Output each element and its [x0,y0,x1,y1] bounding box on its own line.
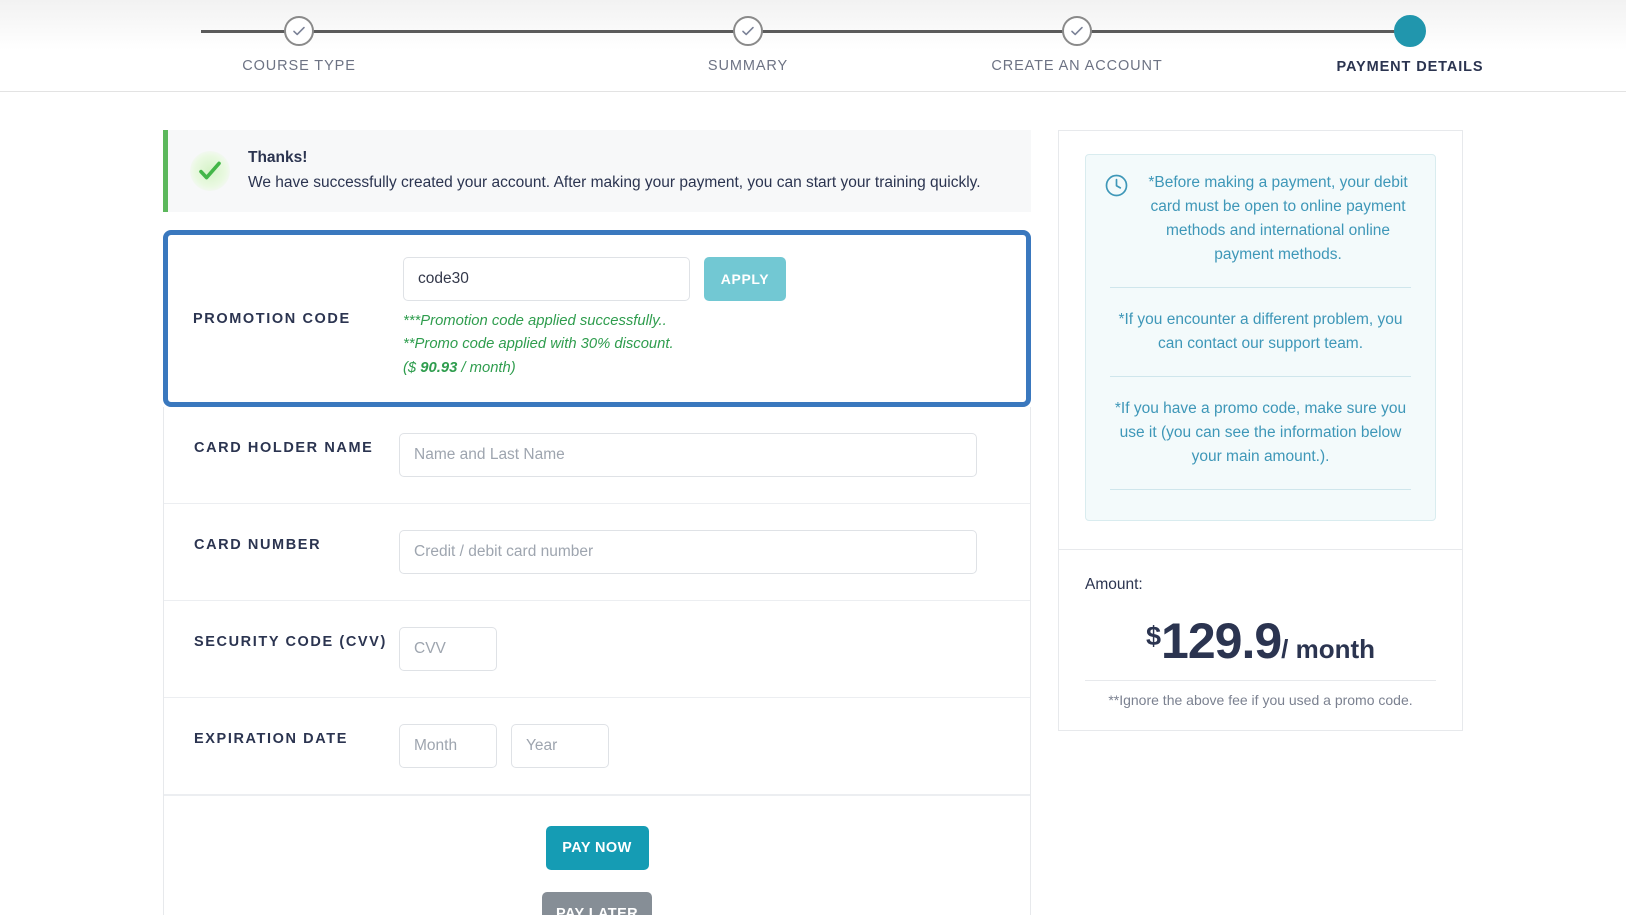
card-holder-name-input[interactable] [399,433,977,478]
payment-notice: *Before making a payment, your debit car… [1085,154,1436,522]
expiration-year-input[interactable] [511,724,609,769]
discount-suffix: / month) [457,359,516,376]
green-check-icon [190,150,230,191]
security-code-row: SECURITY CODE (CVV) [164,601,1030,699]
success-alert: Thanks! We have successfully created you… [163,130,1031,212]
form-actions: PAY NOW PAY LATER [164,795,1030,915]
promotion-code-input[interactable] [403,256,690,301]
amount-period: / month [1281,634,1376,665]
stepper-step-payment-details[interactable]: PAYMENT DETAILS [1310,0,1510,75]
alert-message: We have successfully created your accoun… [248,174,981,192]
notice-divider [1110,287,1411,289]
notice-card: *Before making a payment, your debit car… [1058,130,1463,551]
discount-value: 90.93 [420,359,458,376]
pay-later-button[interactable]: PAY LATER [542,892,652,915]
amount-card: Amount: $129.9/ month **Ignore the above… [1058,550,1463,732]
card-details-form: CARD HOLDER NAME CARD NUMBER SECURITY CO… [163,407,1031,915]
check-icon [733,16,763,46]
promotion-code-label: PROMOTION CODE [193,310,351,327]
stepper-label: CREATE AN ACCOUNT [991,58,1163,74]
discount-prefix: ($ [403,359,421,376]
notice-divider [1110,489,1411,491]
stepper-label: COURSE TYPE [242,58,356,74]
amount-value: $129.9/ month [1085,612,1436,670]
stepper-label: PAYMENT DETAILS [1336,59,1484,75]
progress-stepper: COURSE TYPE SUMMARY CREATE AN ACCOUNT PA… [0,0,1626,92]
payment-page: Thanks! We have successfully created you… [0,92,1626,915]
summary-column: *Before making a payment, your debit car… [1058,130,1463,732]
amount-note: **Ignore the above fee if you used a pro… [1085,680,1436,708]
amount-currency: $ [1145,621,1162,652]
stepper-step-create-an-account[interactable]: CREATE AN ACCOUNT [977,0,1177,74]
card-holder-name-label: CARD HOLDER NAME [194,440,374,457]
amount-number: 129.9 [1161,613,1282,670]
card-number-input[interactable] [399,530,977,575]
expiration-date-row: EXPIRATION DATE [164,698,1030,796]
card-number-row: CARD NUMBER [164,504,1030,602]
apply-button[interactable]: APPLY [704,256,786,301]
promotion-messages: ***Promotion code applied successfully..… [403,310,1001,380]
promotion-code-row: PROMOTION CODE APPLY ***Promotion code a… [168,235,1026,402]
promotion-discounted-amount: ($ 90.93 / month) [403,357,1001,380]
pay-now-button[interactable]: PAY NOW [545,826,649,871]
stepper-step-summary[interactable]: SUMMARY [648,0,848,74]
stepper-step-course-type[interactable]: COURSE TYPE [199,0,399,74]
clock-icon [1104,171,1129,203]
payment-form-column: Thanks! We have successfully created you… [163,130,1031,915]
promotion-message: ***Promotion code applied successfully.. [403,312,667,329]
security-code-label: SECURITY CODE (CVV) [194,634,387,651]
notice-item: *If you encounter a different problem, y… [1118,311,1403,353]
check-icon [1062,16,1092,46]
alert-title: Thanks! [248,149,308,166]
amount-label: Amount: [1085,576,1143,594]
notice-item: *Before making a payment, your debit car… [1148,174,1408,264]
expiration-month-input[interactable] [399,724,497,769]
notice-item: *If you have a promo code, make sure you… [1114,400,1407,466]
stepper-label: SUMMARY [707,58,789,74]
card-holder-name-row: CARD HOLDER NAME [164,407,1030,505]
expiration-date-label: EXPIRATION DATE [194,731,348,748]
promotion-code-highlight: PROMOTION CODE APPLY ***Promotion code a… [163,229,1031,408]
notice-divider [1110,376,1411,378]
active-step-dot-icon [1394,15,1426,47]
security-code-input[interactable] [399,627,497,672]
check-icon [284,16,314,46]
card-number-label: CARD NUMBER [194,537,322,554]
promotion-message: **Promo code applied with 30% discount. [403,336,674,353]
